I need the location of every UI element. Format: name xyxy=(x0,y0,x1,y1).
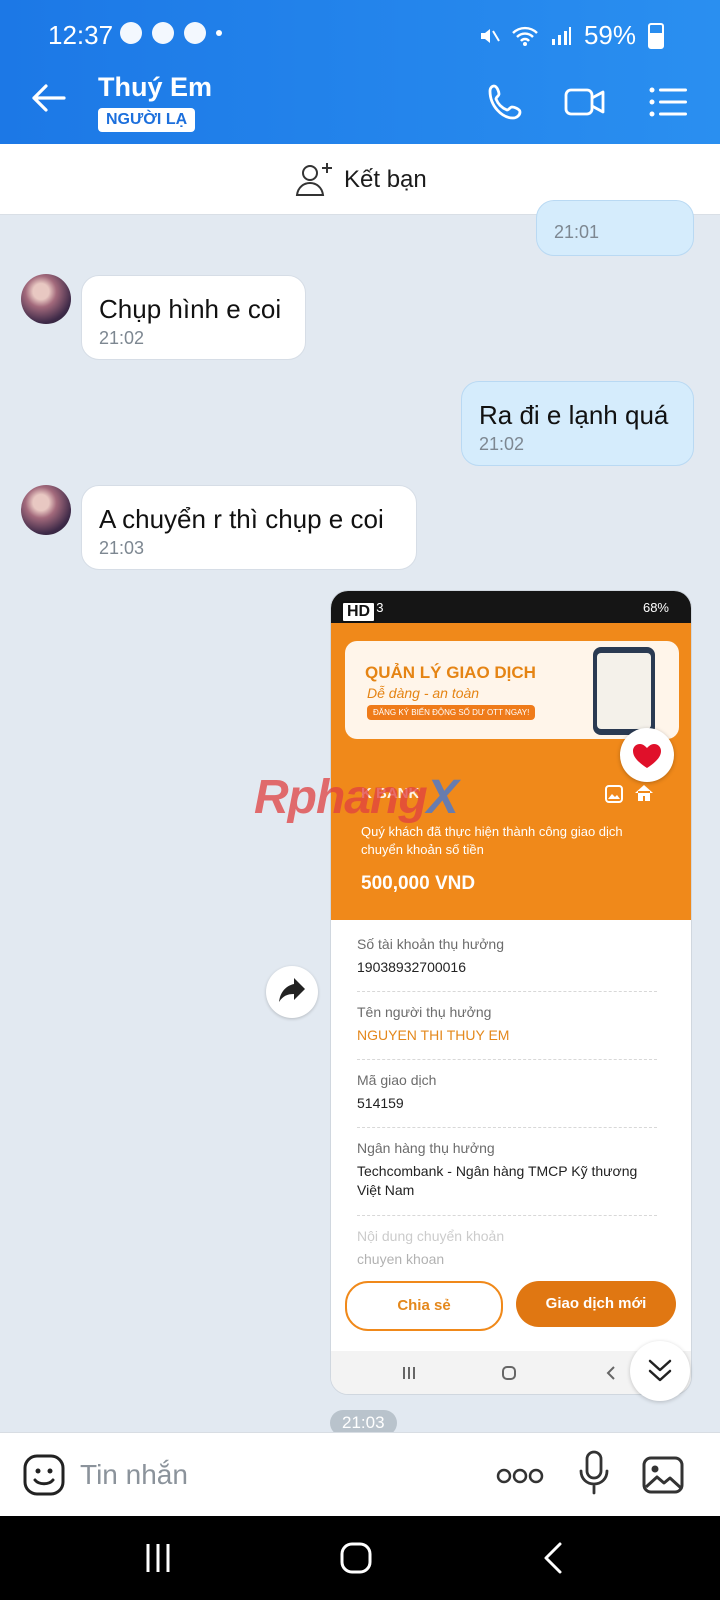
share-button: Chia sẻ xyxy=(345,1281,503,1331)
system-status: 59% xyxy=(478,20,664,51)
promo-banner: QUẢN LÝ GIAO DỊCH Dễ dàng - an toàn ĐĂNG… xyxy=(345,641,679,739)
transfer-amount: 500,000 VND xyxy=(361,873,476,894)
more-notifications-icon xyxy=(216,30,222,36)
detail-beneficiary-bank: Ngân hàng thụ hưởng Techcombank - Ngân h… xyxy=(357,1140,657,1200)
back-icon xyxy=(606,1366,615,1380)
reddit-icon xyxy=(152,22,174,44)
divider xyxy=(357,1059,657,1060)
message-composer: Tin nhắn xyxy=(0,1432,720,1517)
gallery-icon xyxy=(605,785,623,803)
detail-account-number: Số tài khoản thụ hưởng 19038932700016 xyxy=(357,936,657,977)
message-input[interactable]: Tin nhắn xyxy=(80,1459,188,1491)
recents-icon xyxy=(403,1367,415,1379)
field-value: Techcombank - Ngân hàng TMCP Kỹ thương V… xyxy=(357,1163,638,1198)
outgoing-message-bubble[interactable]: Ra đi e lạnh quá 21:02 xyxy=(461,381,694,466)
scroll-to-bottom-button[interactable] xyxy=(630,1341,690,1401)
banner-cta: ĐĂNG KÝ BIẾN ĐỘNG SỐ DƯ OTT NGAY! xyxy=(367,705,536,720)
spotify-icon xyxy=(184,22,206,44)
more-options-icon[interactable] xyxy=(496,1467,544,1485)
image-gallery-icon[interactable] xyxy=(641,1453,685,1497)
inner-battery: 68% xyxy=(642,600,669,615)
watermark-part: Rphang xyxy=(254,771,428,824)
detail-transaction-code: Mã giao dịch 514159 xyxy=(357,1072,657,1113)
menu-list-icon[interactable] xyxy=(646,80,690,124)
outgoing-message-bubble[interactable]: 21:01 xyxy=(536,200,694,256)
divider xyxy=(357,1215,657,1216)
back-arrow-icon[interactable] xyxy=(28,78,68,118)
contact-name[interactable]: Thuý Em xyxy=(98,72,212,103)
message-text: Ra đi e lạnh quá xyxy=(479,400,669,430)
app-notification-icon xyxy=(120,22,142,44)
hd-badge: HD xyxy=(341,601,377,623)
divider xyxy=(357,991,657,992)
incoming-message-bubble[interactable]: A chuyển r thì chụp e coi 21:03 xyxy=(81,485,417,570)
forward-button[interactable] xyxy=(266,966,318,1018)
double-chevron-down-icon xyxy=(648,1359,672,1382)
system-nav-bar xyxy=(0,1516,720,1600)
signal-icon xyxy=(551,26,571,45)
field-value: 19038932700016 xyxy=(357,959,467,975)
status-time: 12:37 xyxy=(48,20,114,50)
field-label: Ngân hàng thụ hưởng xyxy=(357,1140,495,1156)
incoming-message-bubble[interactable]: Chụp hình e coi 21:02 xyxy=(81,275,306,360)
field-label: Mã giao dịch xyxy=(357,1072,437,1088)
back-nav-icon[interactable] xyxy=(536,1540,572,1576)
heart-reaction-button[interactable] xyxy=(620,728,674,782)
home-button-icon xyxy=(502,1366,516,1380)
home-icon xyxy=(635,785,653,801)
recent-apps-icon[interactable] xyxy=(140,1540,176,1576)
field-label: Tên người thụ hưởng xyxy=(357,1004,492,1020)
message-time: 21:03 xyxy=(99,538,145,558)
chat-header: Thuý Em NGƯỜI LẠ xyxy=(0,60,720,144)
microphone-icon[interactable] xyxy=(578,1449,610,1497)
emoji-sticker-icon[interactable] xyxy=(22,1453,66,1497)
image-message[interactable]: 03 68% HD QUẢN LÝ GIAO DỊCH Dễ dàng - an… xyxy=(330,590,692,1395)
status-bar: 12:37 59% xyxy=(0,0,720,60)
message-time: 21:02 xyxy=(479,434,525,454)
divider xyxy=(357,1127,657,1128)
add-person-icon xyxy=(295,163,332,196)
success-message: Quý khách đã thực hiện thành công giao d… xyxy=(361,824,623,857)
notification-icons xyxy=(120,22,222,44)
video-call-icon[interactable] xyxy=(563,80,607,124)
detail-transfer-content: Nội dung chuyển khoản chuyen khoan xyxy=(357,1228,657,1269)
stranger-badge: NGƯỜI LẠ xyxy=(98,108,196,132)
watermark: RphangX xyxy=(254,770,459,825)
phone-call-icon[interactable] xyxy=(484,80,528,124)
inner-status-bar: 03 68% xyxy=(331,591,691,623)
battery-percent: 59% xyxy=(583,20,636,50)
wifi-icon xyxy=(512,26,538,46)
field-label: Nội dung chuyển khoản xyxy=(357,1228,505,1244)
message-text: A chuyển r thì chụp e coi xyxy=(99,504,384,534)
home-nav-icon[interactable] xyxy=(338,1540,374,1576)
heart-icon xyxy=(633,744,661,768)
message-text: Chụp hình e coi xyxy=(99,294,282,324)
banner-title: QUẢN LÝ GIAO DỊCH xyxy=(365,663,536,682)
add-friend-label: Kết bạn xyxy=(344,166,427,193)
phone-illustration xyxy=(593,647,655,735)
share-arrow-icon xyxy=(279,978,305,1002)
field-value: NGUYEN THI THUY EM xyxy=(357,1027,510,1043)
avatar[interactable] xyxy=(21,485,71,535)
watermark-part: X xyxy=(426,771,459,824)
message-time: 21:01 xyxy=(554,222,600,242)
field-label: Số tài khoản thụ hưởng xyxy=(357,936,504,952)
banner-subtitle: Dễ dàng - an toàn xyxy=(367,685,480,701)
message-time: 21:02 xyxy=(99,328,145,348)
avatar[interactable] xyxy=(21,274,71,324)
new-transaction-button: Giao dịch mới xyxy=(516,1281,676,1327)
battery-icon xyxy=(648,22,664,49)
detail-beneficiary-name: Tên người thụ hưởng NGUYEN THI THUY EM xyxy=(357,1004,657,1045)
mute-icon xyxy=(480,28,500,43)
field-value: 514159 xyxy=(357,1095,404,1111)
field-value: chuyen khoan xyxy=(357,1251,445,1267)
